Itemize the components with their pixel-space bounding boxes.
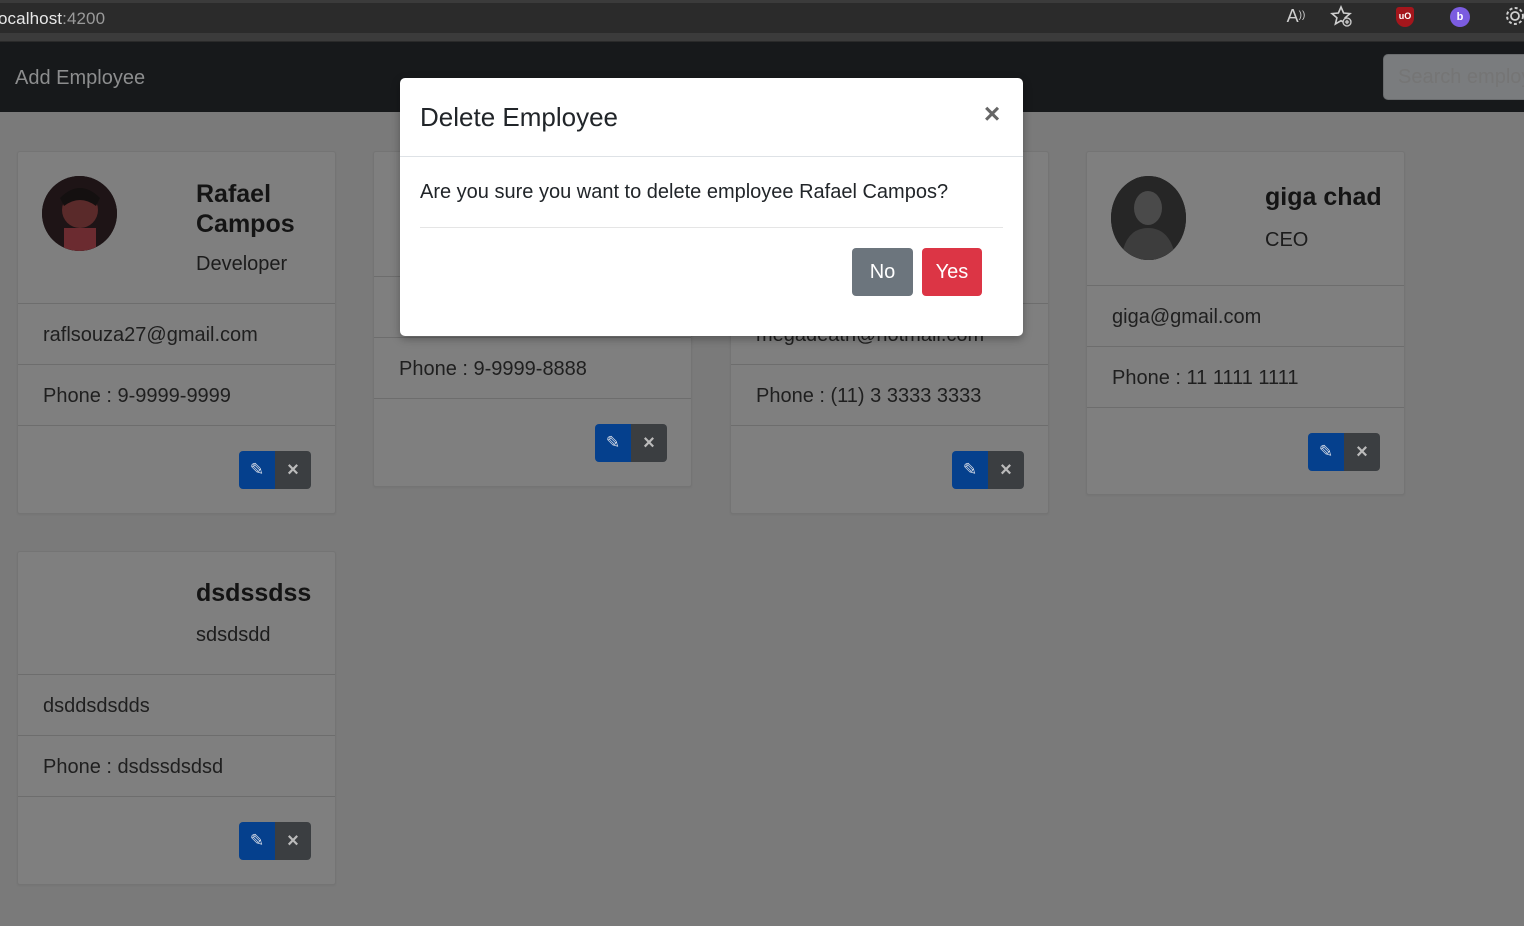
modal-close-button[interactable]: × (981, 100, 1003, 128)
employee-email: raflsouza27@gmail.com (18, 304, 335, 365)
card-footer: ✎ × (731, 426, 1048, 513)
close-icon: × (643, 431, 655, 454)
employee-name: Rafael Campos (196, 180, 295, 238)
edit-employee-button[interactable]: ✎ (239, 451, 275, 489)
card-actions: ✎ × (952, 451, 1024, 489)
browser-toolbar: ocalhost:4200 A)) uO b (0, 0, 1524, 42)
card-actions: ✎ × (1308, 433, 1380, 471)
employee-phone: Phone : (11) 3 3333 3333 (731, 365, 1048, 426)
employee-email: giga@gmail.com (1087, 286, 1404, 347)
employee-job-title: sdsdsdd (196, 624, 271, 646)
pencil-icon: ✎ (1318, 442, 1334, 461)
pencil-icon: ✎ (249, 460, 265, 479)
card-footer: ✎ × (1087, 408, 1404, 495)
employee-avatar (1111, 176, 1186, 260)
favorite-star-icon[interactable] (1330, 4, 1352, 27)
card-header: dsdssdss sdsdsdd (18, 552, 335, 675)
employee-card: Rafael Campos Developer raflsouza27@gmail… (17, 151, 336, 514)
employee-phone: Phone : 11 1111 1111 (1087, 347, 1404, 408)
employee-job-title: Developer (196, 253, 288, 275)
settings-gear-icon[interactable] (1504, 5, 1524, 27)
pencil-icon: ✎ (962, 460, 978, 479)
edit-employee-button[interactable]: ✎ (239, 822, 275, 860)
modal-header: Delete Employee × (400, 78, 1023, 157)
card-header: giga chad CEO (1087, 152, 1404, 286)
card-actions: ✎ × (239, 451, 311, 489)
search-input[interactable] (1383, 54, 1524, 100)
add-employee-link[interactable]: Add Employee (15, 67, 145, 90)
modal-message: Are you sure you want to delete employee… (420, 181, 949, 203)
url-text[interactable]: ocalhost:4200 (0, 9, 105, 29)
card-footer: ✎ × (18, 797, 335, 884)
no-button[interactable]: No (852, 248, 913, 296)
delete-employee-button[interactable]: × (1344, 433, 1380, 471)
close-icon: × (1356, 440, 1368, 463)
ublock-extension-icon[interactable]: uO (1396, 7, 1414, 27)
card-actions: ✎ × (239, 822, 311, 860)
close-icon: × (1000, 458, 1012, 481)
delete-employee-modal: Delete Employee × Are you sure you want … (400, 78, 1023, 336)
card-footer: ✎ × (374, 399, 691, 486)
delete-employee-button[interactable]: × (988, 451, 1024, 489)
close-icon: × (287, 458, 299, 481)
modal-title: Delete Employee (420, 102, 618, 132)
edit-employee-button[interactable]: ✎ (595, 424, 631, 462)
employee-avatar (42, 176, 117, 251)
edit-employee-button[interactable]: ✎ (1308, 433, 1344, 471)
employee-phone: Phone : dsdssdsdsd (18, 736, 335, 797)
extension-icon[interactable]: b (1450, 7, 1470, 27)
employee-job-title: CEO (1265, 229, 1309, 251)
card-footer: ✎ × (18, 426, 335, 513)
modal-divider (420, 227, 1003, 228)
edit-employee-button[interactable]: ✎ (952, 451, 988, 489)
yes-button[interactable]: Yes (922, 248, 982, 296)
employee-phone: Phone : 9-9999-9999 (18, 365, 335, 426)
employee-card: dsdssdss sdsdsdd dsddsdsdds Phone : dsds… (17, 551, 336, 885)
close-icon: × (287, 829, 299, 852)
card-header: Rafael Campos Developer (18, 152, 335, 304)
employee-name: dsdssdss (196, 579, 312, 607)
employee-email: dsddsdsdds (18, 675, 335, 736)
employee-name: giga chad (1265, 183, 1382, 211)
delete-employee-button[interactable]: × (631, 424, 667, 462)
read-aloud-icon[interactable]: A)) (1285, 5, 1307, 27)
pencil-icon: ✎ (605, 433, 621, 452)
delete-employee-button[interactable]: × (275, 451, 311, 489)
employee-card: giga chad CEO giga@gmail.com Phone : 11 … (1086, 151, 1405, 495)
card-actions: ✎ × (595, 424, 667, 462)
delete-employee-button[interactable]: × (275, 822, 311, 860)
pencil-icon: ✎ (249, 831, 265, 850)
employee-phone: Phone : 9-9999-8888 (374, 338, 691, 399)
